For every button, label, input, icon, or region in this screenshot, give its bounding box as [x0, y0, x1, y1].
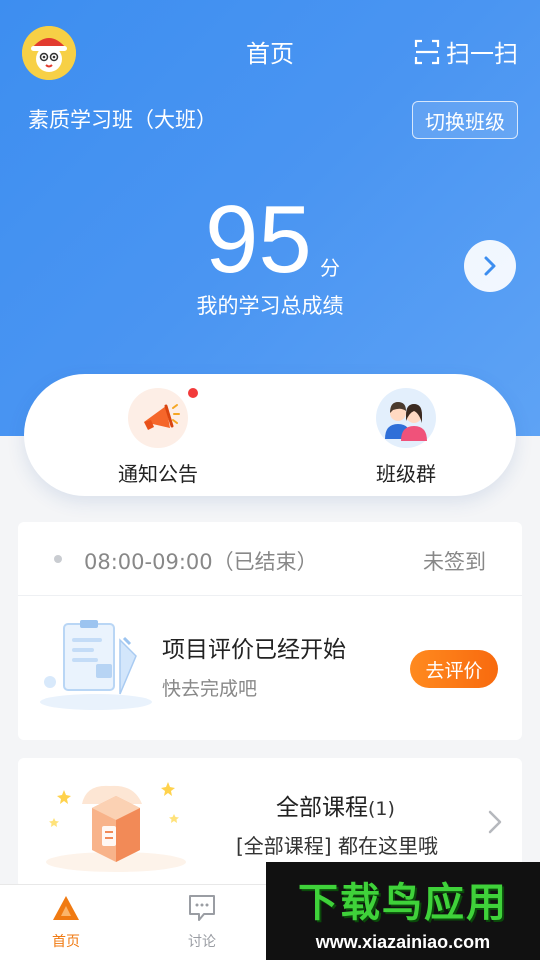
tab-discussion-label: 讨论 — [188, 934, 216, 950]
courses-illustration — [46, 782, 186, 872]
chevron-right-icon — [488, 810, 502, 834]
time-range: 08:00-09:00 — [84, 550, 213, 574]
class-group-button[interactable]: 班级群 — [331, 388, 481, 487]
avatar[interactable] — [22, 26, 76, 80]
score-label-text: 我的学习总成绩 — [196, 294, 344, 318]
signin-status: 未签到 — [423, 550, 486, 574]
status-dot — [54, 555, 62, 563]
notice-button[interactable]: 通知公告 — [83, 388, 233, 487]
class-group-icon — [385, 402, 427, 441]
score-unit: 分 — [320, 256, 340, 280]
class-group-icon-bg — [376, 388, 436, 448]
go-evaluate-button[interactable]: 去评价 — [410, 650, 498, 688]
evaluation-illustration — [40, 620, 152, 710]
score-detail-button[interactable] — [464, 240, 516, 292]
courses-title: 全部课程(1) — [276, 788, 395, 822]
total-score-value: 95 — [205, 186, 312, 293]
watermark-title: 下载鸟应用 — [298, 879, 508, 926]
evaluation-subtitle: 快去完成吧 — [162, 678, 258, 700]
score-label: 我的学习总成绩 — [0, 290, 540, 320]
class-name: 素质学习班（大班） — [28, 108, 217, 132]
unread-dot — [188, 388, 198, 398]
scan-button[interactable]: 扫一扫 — [414, 34, 518, 69]
notice-label: 通知公告 — [118, 462, 198, 486]
schedule-status: （已结束） — [212, 550, 318, 574]
home-icon — [53, 896, 79, 920]
schedule-time: 08:00-09:00（已结束） — [84, 546, 318, 576]
watermark-url: www.xiazainiao.com — [315, 931, 491, 952]
megaphone-icon — [144, 404, 180, 430]
notice-icon-bg — [128, 388, 198, 448]
scan-icon — [414, 39, 440, 64]
chevron-right-icon — [484, 256, 496, 276]
courses-subtitle: [全部课程] 都在这里哦 — [236, 834, 438, 858]
watermark: 下载鸟应用 www.xiazainiao.com — [266, 862, 540, 960]
schedule-card: 08:00-09:00（已结束） 未签到 项目评价已经开始 快去完成吧 去评价 — [18, 522, 522, 740]
switch-class-button[interactable]: 切换班级 — [412, 101, 518, 139]
class-group-label: 班级群 — [376, 462, 436, 486]
tab-home-label: 首页 — [52, 934, 80, 950]
schedule-row[interactable]: 08:00-09:00（已结束） 未签到 — [18, 522, 522, 596]
courses-count: (1) — [368, 798, 395, 820]
discussion-icon — [189, 895, 215, 921]
evaluation-title: 项目评价已经开始 — [162, 637, 346, 663]
scan-label: 扫一扫 — [446, 40, 518, 68]
tab-home[interactable]: 首页 — [16, 893, 116, 951]
quick-actions-card: 通知公告 班级群 — [24, 374, 516, 496]
courses-title-text: 全部课程 — [276, 795, 368, 821]
tab-discussion[interactable]: 讨论 — [152, 893, 252, 951]
header-banner: 首页 扫一扫 素质学习班（大班） 切换班级 95 分 我的学习总成绩 — [0, 0, 540, 436]
